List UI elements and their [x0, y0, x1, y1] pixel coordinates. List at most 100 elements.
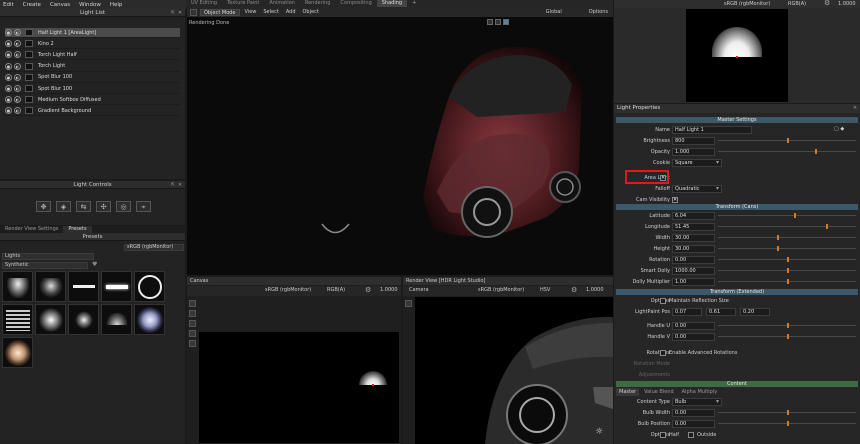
visibility-icon[interactable]: ●: [5, 73, 12, 81]
preview-zoom[interactable]: 1.0000: [838, 1, 856, 7]
cookie-select[interactable]: Square: [672, 159, 722, 167]
visibility-icon[interactable]: ●: [5, 40, 12, 48]
render-mode-select[interactable]: HSV: [540, 287, 550, 293]
tab-uv-editing[interactable]: UV Editing: [186, 0, 222, 7]
name-row-icons[interactable]: ▢ ◆: [834, 126, 844, 132]
content-header[interactable]: Content: [616, 381, 858, 387]
rim-light-icon[interactable]: ✣: [96, 201, 111, 212]
panel-close-icon[interactable]: ✕: [177, 10, 183, 16]
slider-handle[interactable]: [787, 410, 789, 415]
slider-handle[interactable]: [825, 224, 828, 229]
tab-compositing[interactable]: Compositing: [335, 0, 376, 7]
preview-channel-select[interactable]: RGB(A): [788, 1, 806, 7]
smart-dolly-slider[interactable]: [718, 268, 856, 273]
preset-tile[interactable]: [101, 271, 132, 302]
solo-icon[interactable]: ◐: [14, 73, 21, 81]
handle-v-slider[interactable]: [718, 334, 856, 339]
render-pick-tool-icon[interactable]: [405, 300, 412, 307]
light-list-item[interactable]: ● ◐ Torch Light: [5, 62, 180, 72]
canvas-color-space-select[interactable]: sRGB (rgbMonitor): [265, 287, 311, 293]
solo-icon[interactable]: ◐: [14, 107, 21, 115]
slider-handle[interactable]: [787, 421, 789, 426]
render-view-image[interactable]: ☼: [415, 297, 613, 444]
visibility-icon[interactable]: ●: [5, 85, 12, 92]
light-list-item[interactable]: ● ◐ Half Light 1 [AreaLight]: [5, 28, 180, 38]
render-color-space-select[interactable]: sRGB (rgbMonitor): [478, 287, 524, 293]
tab-rendering[interactable]: Rendering: [300, 0, 336, 7]
move-light-icon[interactable]: ✥: [36, 201, 51, 212]
tab-value-blend[interactable]: Value Blend: [641, 388, 677, 396]
maintain-reflection-checkbox[interactable]: [660, 298, 666, 304]
slider-handle[interactable]: [787, 138, 789, 143]
solo-icon[interactable]: ◐: [14, 51, 21, 59]
slider-handle[interactable]: [787, 323, 789, 328]
light-list-item[interactable]: ● ◐ Spot Blur 100: [5, 73, 180, 83]
preset-tile[interactable]: [35, 304, 66, 335]
width-slider[interactable]: [718, 235, 856, 240]
latitude-slider[interactable]: [718, 213, 856, 218]
light-preview-image[interactable]: [686, 9, 788, 102]
preview-color-space-select[interactable]: sRGB (rgbMonitor): [724, 1, 770, 7]
solo-icon[interactable]: ◐: [14, 85, 21, 92]
camera-select[interactable]: Camera: [409, 287, 429, 293]
rotation-field[interactable]: 0.00: [672, 256, 715, 264]
menu-object[interactable]: Object: [301, 9, 321, 15]
solo-icon[interactable]: ◐: [14, 62, 21, 70]
preset-tile[interactable]: [101, 304, 132, 335]
select-tool-icon[interactable]: [189, 300, 196, 307]
transform-cans-header[interactable]: Transform (Cans): [616, 204, 858, 210]
height-slider[interactable]: [718, 246, 856, 251]
slider-handle[interactable]: [787, 279, 789, 284]
slider-handle[interactable]: [787, 257, 789, 262]
reflection-icon[interactable]: ◈: [56, 201, 71, 212]
menu-view[interactable]: View: [243, 9, 259, 15]
handle-u-slider[interactable]: [718, 323, 856, 328]
dolly-multiplier-field[interactable]: 1.00: [672, 278, 715, 286]
light-list-item[interactable]: ● ◐ Spot Blur 100: [5, 84, 180, 94]
favourite-icon[interactable]: ♥: [92, 261, 97, 268]
illumination-icon[interactable]: ⇆: [76, 201, 91, 212]
slider-handle[interactable]: [814, 149, 817, 154]
lightpaint-y-field[interactable]: 0.61: [706, 308, 736, 316]
name-field[interactable]: Half Light 1: [672, 126, 752, 134]
editor-type-icon[interactable]: [190, 8, 197, 16]
preset-tile[interactable]: [68, 271, 99, 302]
tab-animation[interactable]: Animation: [264, 0, 300, 7]
rotation-slider[interactable]: [718, 257, 856, 262]
presets-color-space-select[interactable]: sRGB (rgbMonitor): [124, 244, 184, 251]
light-list-item[interactable]: ● ◐ Torch Light Half: [5, 50, 180, 61]
add-workspace-button[interactable]: +: [407, 0, 421, 7]
pivot-orientation-select[interactable]: Global: [544, 9, 564, 15]
mode-select[interactable]: Object Mode: [200, 8, 240, 16]
slider-handle[interactable]: [787, 268, 789, 273]
handle-v-field[interactable]: 0.00: [672, 333, 715, 341]
3d-viewport[interactable]: Object Mode View Select Add Object Globa…: [187, 7, 613, 275]
handle-u-field[interactable]: 0.00: [672, 322, 715, 330]
light-list-item[interactable]: ● ◐ Kino 2: [5, 39, 180, 50]
bulb-width-field[interactable]: 0.00: [672, 409, 715, 417]
cam-visibility-checkbox[interactable]: ✕: [672, 197, 678, 203]
lightpaint-x-field[interactable]: 0.07: [672, 308, 702, 316]
content-type-select[interactable]: Bulb: [672, 398, 722, 406]
target-icon[interactable]: ◎: [116, 201, 131, 212]
slider-handle[interactable]: [793, 213, 796, 218]
preset-tile[interactable]: [68, 304, 99, 335]
pick-icon[interactable]: ⌖: [136, 201, 151, 212]
sun-icon[interactable]: ☼: [595, 427, 603, 437]
advanced-rotations-checkbox[interactable]: [660, 350, 666, 356]
tab-shading[interactable]: Shading: [376, 0, 408, 7]
pan-tool-icon[interactable]: [189, 340, 196, 347]
menu-edit[interactable]: Edit: [3, 2, 14, 8]
preview-settings-icon[interactable]: ⚙: [824, 0, 830, 7]
preset-tile[interactable]: [134, 271, 165, 302]
paint-tool-icon[interactable]: [189, 310, 196, 317]
presets-subcategory-select[interactable]: Synthetic: [2, 262, 88, 269]
menu-canvas[interactable]: Canvas: [50, 2, 70, 8]
panel-float-icon[interactable]: ⇱: [170, 10, 176, 16]
light-list-item[interactable]: ● ◐ Gradient Background: [5, 106, 180, 117]
opacity-field[interactable]: 1.000: [672, 148, 715, 156]
latitude-field[interactable]: 6.04: [672, 212, 715, 220]
bulb-width-slider[interactable]: [718, 410, 856, 415]
panel-float-icon[interactable]: ⇱: [170, 182, 176, 188]
preset-tile[interactable]: [35, 271, 66, 302]
